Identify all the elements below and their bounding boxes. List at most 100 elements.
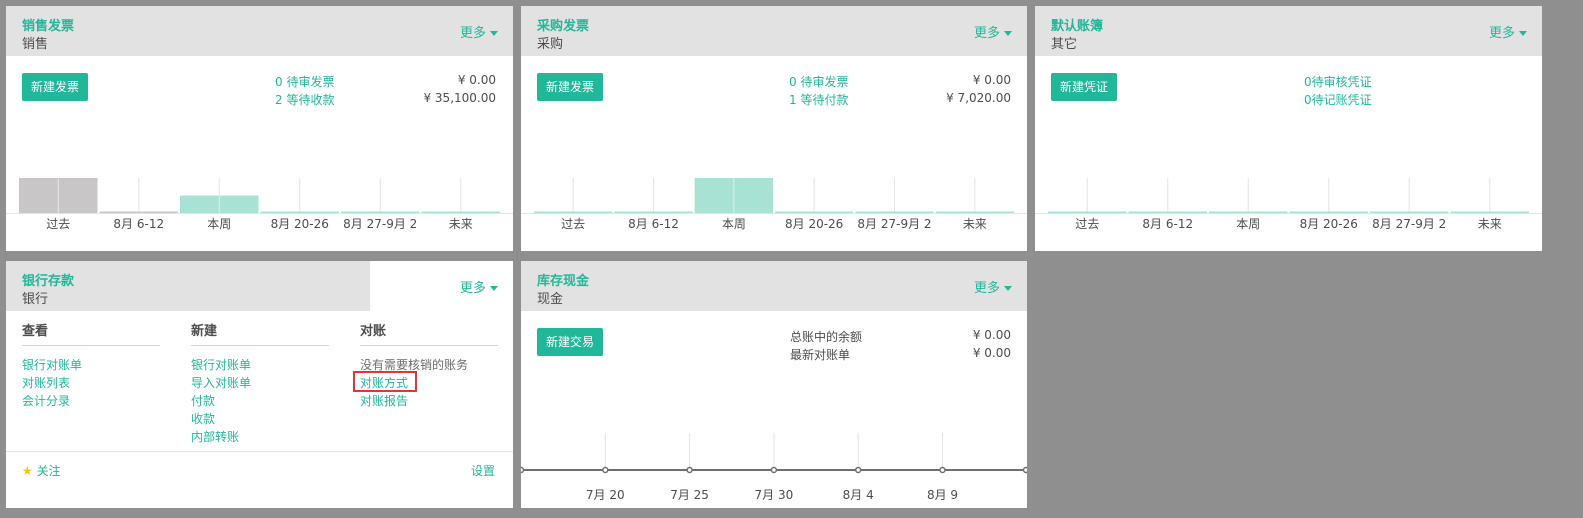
view-link[interactable]: 银行对账单 <box>22 356 82 373</box>
purchase-journal-card: 采购发票 采购 更多 新建发票 0 待审发票 ¥ 0.00 1 等待付款 ¥ 7… <box>521 6 1027 251</box>
divider <box>191 345 329 346</box>
awaiting-amount: ¥ 7,020.00 <box>946 91 1011 105</box>
chart-bar <box>99 211 178 213</box>
journal-subtitle: 采购 <box>537 37 564 52</box>
x-tick-label: 未来 <box>449 217 473 231</box>
x-tick-label: 过去 <box>1075 217 1099 231</box>
x-tick-label: 8月 6-12 <box>1142 217 1193 231</box>
x-tick-label: 8月 27-9月 2 <box>857 217 931 231</box>
x-tick-label: 过去 <box>46 217 70 231</box>
caret-down-icon <box>490 286 499 291</box>
pending-invoices-link[interactable]: 0 待审发票 <box>789 73 848 90</box>
latest-statement-label: 最新对账单 <box>790 348 851 362</box>
chart-bar <box>534 211 613 213</box>
new-invoice-button[interactable]: 新建发票 <box>537 73 604 101</box>
purchase-bar-chart[interactable]: 过去 8月 6-12 本周 8月 20-26 8月 27-9月 2 未来 <box>521 176 1027 246</box>
card-header <box>6 6 513 56</box>
cash-journal-card: 库存现金 现金 更多 新建交易 总账中的余额 ¥ 0.00 最新对账单 ¥ 0.… <box>521 261 1027 508</box>
chart-bar <box>1289 211 1368 213</box>
pending-entries-link[interactable]: 0待审核凭证 <box>1304 73 1372 90</box>
settings-link[interactable]: 设置 <box>471 462 495 479</box>
caret-down-icon <box>1004 31 1013 36</box>
reconcile-link[interactable]: 对账报告 <box>360 392 408 409</box>
chart-bar <box>260 211 339 213</box>
journal-title[interactable]: 银行存款 <box>22 270 74 289</box>
cash-line-chart[interactable]: 7月 20 7月 25 7月 30 8月 4 8月 9 <box>521 429 1027 508</box>
x-tick-label: 本周 <box>722 217 746 231</box>
chart-bar <box>1128 211 1207 213</box>
more-dropdown[interactable]: 更多 <box>974 277 1013 296</box>
pending-amount: ¥ 0.00 <box>457 73 496 87</box>
more-dropdown[interactable]: 更多 <box>974 22 1013 41</box>
x-tick-label: 8月 20-26 <box>1300 217 1358 231</box>
new-link[interactable]: 付款 <box>191 392 215 409</box>
new-link[interactable]: 内部转账 <box>191 428 239 445</box>
x-tick-label: 7月 20 <box>586 488 625 502</box>
latest-statement-amount: ¥ 0.00 <box>972 346 1011 360</box>
x-tick-label: 本周 <box>1236 217 1260 231</box>
footer-divider <box>6 451 513 452</box>
view-link[interactable]: 对账列表 <box>22 374 70 391</box>
more-dropdown[interactable]: 更多 <box>1489 22 1528 41</box>
view-column-heading: 查看 <box>22 324 49 339</box>
divider <box>22 345 160 346</box>
card-header <box>1035 6 1542 56</box>
pending-invoices-link[interactable]: 0 待审发票 <box>275 73 334 90</box>
highlight-box <box>353 371 417 392</box>
view-link[interactable]: 会计分录 <box>22 392 70 409</box>
awaiting-payment-link[interactable]: 1 等待付款 <box>789 91 848 108</box>
chart-bar <box>775 211 854 213</box>
sales-journal-card: 销售发票 销售 更多 新建发票 0 待审发票 ¥ 0.00 2 等待收款 ¥ 3… <box>6 6 513 251</box>
sales-bar-chart[interactable]: 过去 8月 6-12 本周 8月 20-26 8月 27-9月 2 未来 <box>6 176 513 246</box>
journal-subtitle: 银行 <box>22 292 49 307</box>
x-tick-label: 8月 27-9月 2 <box>1372 217 1446 231</box>
data-point <box>854 466 862 474</box>
journal-title[interactable]: 库存现金 <box>537 270 589 289</box>
data-point <box>770 466 778 474</box>
misc-bar-chart[interactable]: 过去 8月 6-12 本周 8月 20-26 8月 27-9月 2 未来 <box>1035 176 1542 246</box>
awaiting-payment-link[interactable]: 2 等待收款 <box>275 91 334 108</box>
journal-title[interactable]: 采购发票 <box>537 15 589 34</box>
x-tick-label: 7月 25 <box>670 488 709 502</box>
x-tick-label: 8月 9 <box>927 488 958 502</box>
ledger-balance-label: 总账中的余额 <box>790 330 863 344</box>
data-point <box>686 466 693 474</box>
new-link[interactable]: 收款 <box>191 410 215 427</box>
star-icon: ★ <box>22 464 33 478</box>
x-tick-label: 8月 6-12 <box>113 217 164 231</box>
new-entry-button[interactable]: 新建凭证 <box>1051 73 1118 101</box>
x-tick-label: 未来 <box>963 217 987 231</box>
x-tick-label: 未来 <box>1478 217 1502 231</box>
awaiting-amount: ¥ 35,100.00 <box>423 91 496 105</box>
journal-subtitle: 销售 <box>22 37 49 52</box>
chart-bar <box>341 211 420 213</box>
x-tick-label: 7月 30 <box>755 488 794 502</box>
x-tick-label: 过去 <box>561 217 585 231</box>
journal-title[interactable]: 销售发票 <box>22 15 74 34</box>
ledger-balance-amount: ¥ 0.00 <box>972 328 1011 342</box>
unposted-entries-link[interactable]: 0待记账凭证 <box>1304 91 1372 108</box>
new-invoice-button[interactable]: 新建发票 <box>22 73 89 101</box>
caret-down-icon <box>1519 31 1528 36</box>
more-dropdown[interactable]: 更多 <box>460 277 499 296</box>
chart-bar <box>1048 211 1127 213</box>
card-header <box>521 6 1027 56</box>
chart-bar <box>421 211 500 213</box>
card-header <box>521 261 1027 311</box>
chart-bar <box>935 211 1014 213</box>
chart-bar <box>614 211 693 213</box>
misc-journal-card: 默认账簿 其它 更多 新建凭证 0待审核凭证 0待记账凭证 过去 8月 6-12 本… <box>1035 6 1542 251</box>
x-tick-label: 8月 20-26 <box>785 217 843 231</box>
more-dropdown[interactable]: 更多 <box>460 22 499 41</box>
new-link[interactable]: 银行对账单 <box>191 356 251 373</box>
x-tick-label: 本周 <box>207 217 231 231</box>
follow-link[interactable]: ★ 关注 <box>22 462 61 479</box>
x-tick-label: 8月 4 <box>843 488 874 502</box>
new-transaction-button[interactable]: 新建交易 <box>537 328 604 356</box>
journal-title[interactable]: 默认账簿 <box>1051 15 1103 34</box>
chart-bar <box>855 211 934 213</box>
reconcile-column-heading: 对账 <box>360 324 387 339</box>
new-link[interactable]: 导入对账单 <box>191 374 251 391</box>
caret-down-icon <box>1004 286 1013 291</box>
x-tick-label: 8月 6-12 <box>628 217 679 231</box>
